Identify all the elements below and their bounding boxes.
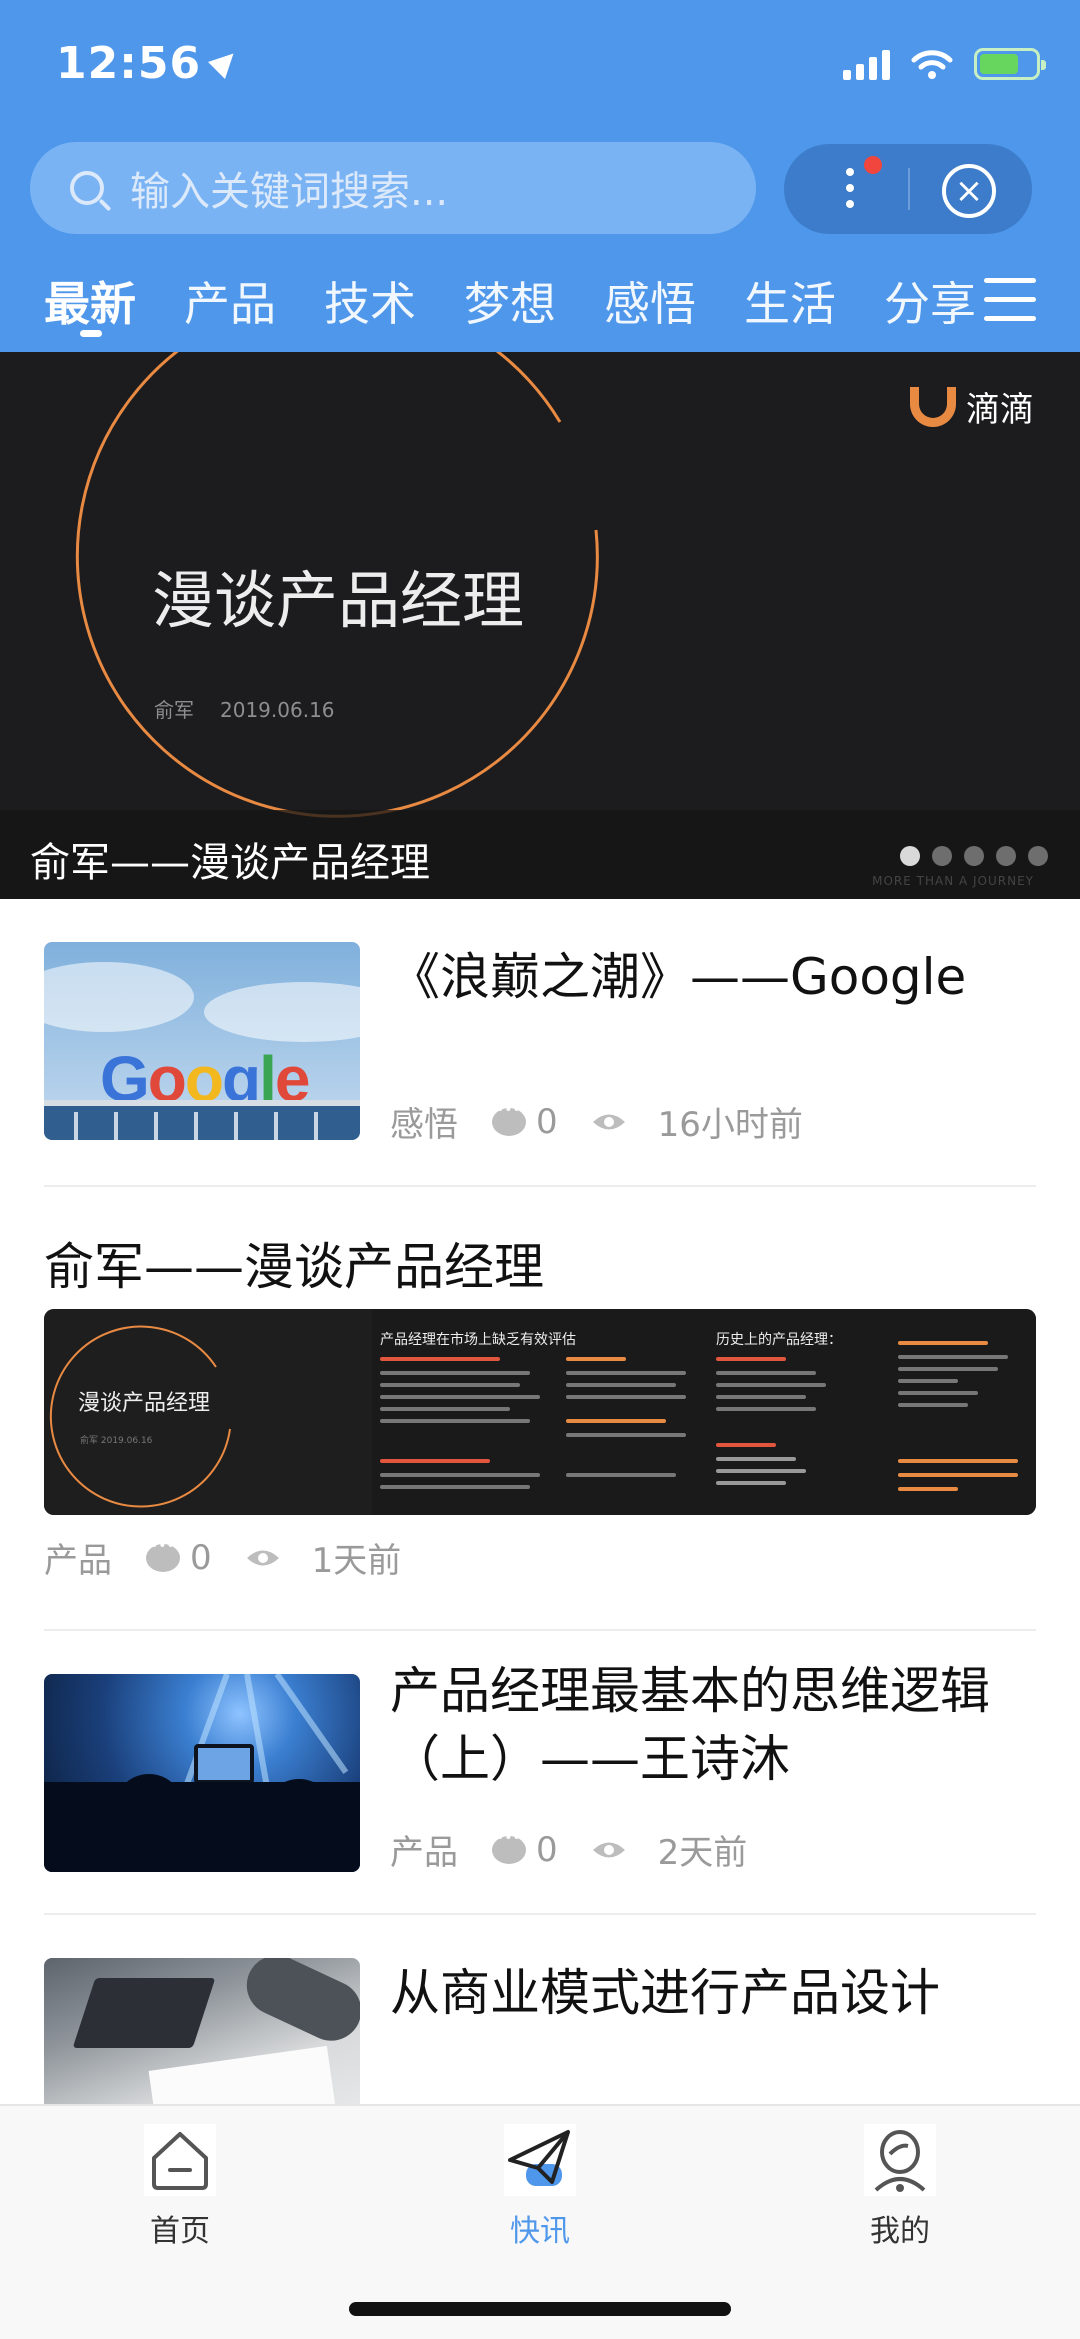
banner-caption: 俞军——漫谈产品经理 (30, 840, 430, 886)
slide-preview-heading: 产品经理在市场上缺乏有效评估 (380, 1332, 576, 1348)
article-title: 俞军——漫谈产品经理 (44, 1238, 544, 1296)
slide-preview-heading: 历史上的产品经理： (716, 1332, 842, 1348)
article-title: 从商业模式进行产品设计 (390, 1964, 940, 2022)
eye-icon (592, 1842, 625, 1857)
miniprogram-capsule: × (784, 144, 1032, 234)
slides-preview: 漫谈产品经理 俞军 2019.06.16 产品经理在市场上缺乏有效评估 历史上的… (44, 1309, 1036, 1515)
home-icon (144, 2124, 216, 2196)
list-item[interactable]: 俞军——漫谈产品经理 漫谈产品经理 俞军 2019.06.16 产品经理在市场上… (0, 1187, 1080, 1631)
article-thumbnail: Google (44, 942, 360, 1140)
eye-icon (592, 1114, 625, 1129)
article-time: 16小时前 (657, 1105, 803, 1145)
tab-home[interactable]: 首页 (100, 2124, 260, 2250)
comment-count: 0 (536, 1101, 558, 1142)
search-input[interactable]: 输入关键词搜索... (30, 142, 756, 234)
tab-tech[interactable]: 技术 (324, 268, 416, 334)
slide-meta: 俞军 2019.06.16 (154, 694, 335, 723)
article-category: 感悟 (390, 1105, 458, 1145)
banner-watermark: MORE THAN A JOURNEY (872, 874, 1034, 888)
location-arrow-icon (208, 45, 243, 79)
profile-icon (864, 2124, 936, 2196)
tab-dream[interactable]: 梦想 (464, 268, 556, 334)
tab-label: 首页 (150, 2214, 210, 2249)
search-placeholder: 输入关键词搜索... (130, 169, 449, 215)
brand-text: 滴滴 (966, 390, 1034, 430)
tab-profile[interactable]: 我的 (820, 2124, 980, 2250)
paper-plane-icon (504, 2124, 576, 2196)
notification-dot (864, 156, 882, 174)
slide-preview-1: 漫谈产品经理 俞军 2019.06.16 (44, 1309, 372, 1515)
tab-latest[interactable]: 最新 (44, 268, 136, 334)
close-icon: × (954, 171, 984, 211)
carousel-dot[interactable] (932, 846, 952, 866)
close-button[interactable]: × (942, 164, 996, 218)
slide-preview-3: 历史上的产品经理： (708, 1309, 1036, 1515)
home-indicator[interactable] (349, 2302, 731, 2316)
carousel-dots (900, 846, 1048, 866)
wifi-icon (910, 48, 954, 80)
banner-carousel[interactable]: 滴滴 漫谈产品经理 俞军 2019.06.16 俞军——漫谈产品经理 MORE T… (0, 352, 1080, 899)
comment-count: 0 (190, 1537, 212, 1578)
more-options-button[interactable] (846, 168, 854, 212)
capsule-divider (908, 168, 910, 210)
tab-product[interactable]: 产品 (184, 268, 276, 334)
app-header: 12:56 输入关键词搜索... × 最新 产品 技术 梦想 感悟 生活 分享 (0, 0, 1080, 352)
tab-life[interactable]: 生活 (744, 268, 836, 334)
status-icons (843, 48, 1046, 80)
slide-title: 漫谈产品经理 (152, 564, 525, 637)
comment-icon (492, 1102, 526, 1136)
tab-share[interactable]: 分享 (884, 268, 976, 334)
list-item[interactable]: 从商业模式进行产品设计 (0, 1915, 1080, 2104)
article-time: 1天前 (311, 1541, 402, 1581)
article-meta: 感悟 0 16小时前 (390, 1097, 803, 1146)
search-icon (70, 171, 104, 205)
tab-insight[interactable]: 感悟 (604, 268, 696, 334)
comment-icon (492, 1830, 526, 1864)
carousel-dot[interactable] (996, 846, 1016, 866)
article-meta: 产品 0 2天前 (390, 1825, 747, 1874)
battery-icon (974, 48, 1046, 80)
list-item[interactable]: 产品经理最基本的思维逻辑（上）——王诗沐 产品 0 2天前 (0, 1631, 1080, 1915)
list-item[interactable]: Google 《浪巅之潮》——Google 感悟 0 16小时前 (0, 899, 1080, 1187)
didi-logo-icon (910, 386, 956, 427)
article-category: 产品 (44, 1541, 112, 1581)
didi-brand: 滴滴 (910, 382, 1034, 431)
active-tab-indicator (80, 330, 102, 337)
article-thumbnail (44, 1958, 360, 2104)
article-meta: 产品 0 1天前 (44, 1533, 401, 1582)
article-category: 产品 (390, 1833, 458, 1873)
eye-icon (246, 1550, 279, 1565)
slide-preview-2: 产品经理在市场上缺乏有效评估 (376, 1309, 704, 1515)
menu-icon[interactable] (984, 278, 1036, 322)
category-tabs: 最新 产品 技术 梦想 感悟 生活 分享 (0, 268, 1080, 348)
carousel-dot[interactable] (1028, 846, 1048, 866)
carousel-dot[interactable] (900, 846, 920, 866)
time-text: 12:56 (56, 38, 202, 89)
carousel-dot[interactable] (964, 846, 984, 866)
tab-label: 快讯 (510, 2214, 570, 2249)
article-time: 2天前 (657, 1833, 748, 1873)
comment-icon (146, 1538, 180, 1572)
tab-news[interactable]: 快讯 (460, 2124, 620, 2250)
slide-author: 俞军 (154, 698, 194, 722)
slide-preview-title: 漫谈产品经理 (78, 1391, 211, 1416)
article-thumbnail (44, 1674, 360, 1872)
article-title: 产品经理最基本的思维逻辑（上）——王诗沐 (390, 1662, 990, 1788)
article-title: 《浪巅之潮》——Google (390, 948, 967, 1006)
status-time: 12:56 (56, 38, 243, 89)
slide-date: 2019.06.16 (220, 698, 335, 722)
slide-preview-subtitle: 俞军 2019.06.16 (80, 1436, 153, 1446)
tab-label: 我的 (870, 2214, 930, 2249)
comment-count: 0 (536, 1829, 558, 1870)
cellular-signal-icon (843, 48, 890, 80)
